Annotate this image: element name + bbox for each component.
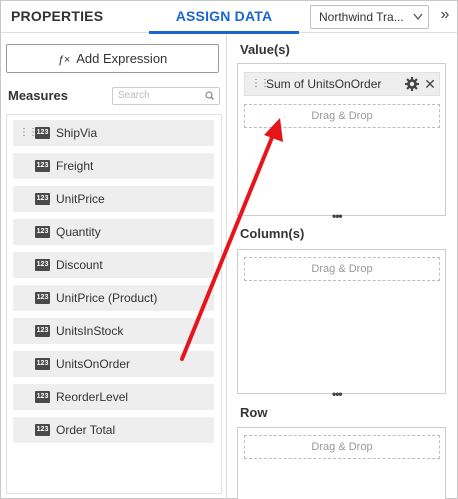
search-icon: [205, 88, 214, 110]
measure-label: UnitsInStock: [56, 324, 124, 338]
datasource-dropdown[interactable]: Northwind Tra...: [310, 5, 429, 29]
values-drop-area[interactable]: ⋮⋮ Sum of UnitsOnOrder ✕ Drag & Drop: [237, 63, 446, 216]
measure-item[interactable]: 123 Order Total: [13, 417, 214, 443]
values-title: Value(s): [240, 42, 290, 57]
measure-item[interactable]: ⋮⋮ 123 ShipVia: [13, 120, 214, 146]
close-icon[interactable]: ✕: [423, 73, 437, 95]
measure-item[interactable]: 123 UnitPrice: [13, 186, 214, 212]
numeric-measure-icon: 123: [35, 259, 50, 271]
numeric-measure-icon: 123: [35, 226, 50, 238]
gear-icon[interactable]: [404, 76, 420, 92]
tab-assign-data[interactable]: ASSIGN DATA: [149, 1, 299, 34]
measure-label: Freight: [56, 159, 94, 173]
numeric-measure-icon: 123: [35, 325, 50, 337]
measure-item[interactable]: 123 UnitPrice (Product): [13, 285, 214, 311]
values-resize-handle[interactable]: •••: [332, 210, 343, 222]
measure-item[interactable]: 123 Discount: [13, 252, 214, 278]
measure-item[interactable]: 123 Quantity: [13, 219, 214, 245]
add-expression-label: Add Expression: [76, 51, 168, 66]
numeric-measure-icon: 123: [35, 358, 50, 370]
left-pane: ƒ× Add Expression Measures Search ⋮⋮ 123 Sh…: [1, 34, 227, 499]
right-pane: Value(s) ⋮⋮ Sum of UnitsOnOrder ✕ Drag &…: [227, 34, 458, 499]
measure-label: Order Total: [56, 423, 116, 437]
columns-title: Column(s): [240, 226, 305, 241]
panel-header: PROPERTIES ASSIGN DATA Northwind Tra... …: [1, 1, 458, 34]
assign-data-panel: PROPERTIES ASSIGN DATA Northwind Tra... …: [0, 0, 458, 499]
numeric-measure-icon: 123: [35, 127, 50, 139]
measures-title: Measures: [8, 88, 68, 103]
numeric-measure-icon: 123: [35, 292, 50, 304]
measure-item[interactable]: 123 UnitsInStock: [13, 318, 214, 344]
numeric-measure-icon: 123: [35, 424, 50, 436]
value-item[interactable]: ⋮⋮ Sum of UnitsOnOrder ✕: [244, 72, 440, 96]
measure-label: Quantity: [56, 225, 101, 239]
tab-properties[interactable]: PROPERTIES: [11, 1, 103, 33]
function-icon: ƒ×: [57, 54, 71, 66]
measures-list: ⋮⋮ 123 ShipVia 123 Freight 123 UnitPrice 123 Qua…: [6, 114, 222, 494]
measure-item[interactable]: 123 UnitsOnOrder: [13, 351, 214, 377]
values-drag-drop-zone[interactable]: Drag & Drop: [244, 104, 440, 128]
rows-drag-drop-zone[interactable]: Drag & Drop: [244, 435, 440, 459]
measure-item[interactable]: 123 Freight: [13, 153, 214, 179]
measure-label: Discount: [56, 258, 103, 272]
collapse-panel-icon[interactable]: »: [435, 5, 455, 27]
chevron-down-icon: [413, 6, 423, 28]
rows-drop-area[interactable]: Drag & Drop: [237, 427, 446, 499]
columns-drop-area[interactable]: Drag & Drop: [237, 249, 446, 394]
add-expression-button[interactable]: ƒ× Add Expression: [6, 44, 219, 73]
numeric-measure-icon: 123: [35, 391, 50, 403]
search-placeholder: Search: [118, 90, 150, 101]
measure-label: UnitPrice (Product): [56, 291, 158, 305]
value-item-label: Sum of UnitsOnOrder: [266, 77, 382, 91]
measure-label: UnitPrice: [56, 192, 105, 206]
numeric-measure-icon: 123: [35, 160, 50, 172]
measure-label: UnitsOnOrder: [56, 357, 131, 371]
columns-drag-drop-zone[interactable]: Drag & Drop: [244, 257, 440, 281]
datasource-selected-value: Northwind Tra...: [319, 10, 404, 24]
measures-search-input[interactable]: Search: [112, 87, 220, 105]
columns-resize-handle[interactable]: •••: [332, 388, 343, 400]
measure-label: ShipVia: [56, 126, 98, 140]
rows-title: Row: [240, 405, 268, 420]
numeric-measure-icon: 123: [35, 193, 50, 205]
measure-item[interactable]: 123 ReorderLevel: [13, 384, 214, 410]
measure-label: ReorderLevel: [56, 390, 129, 404]
